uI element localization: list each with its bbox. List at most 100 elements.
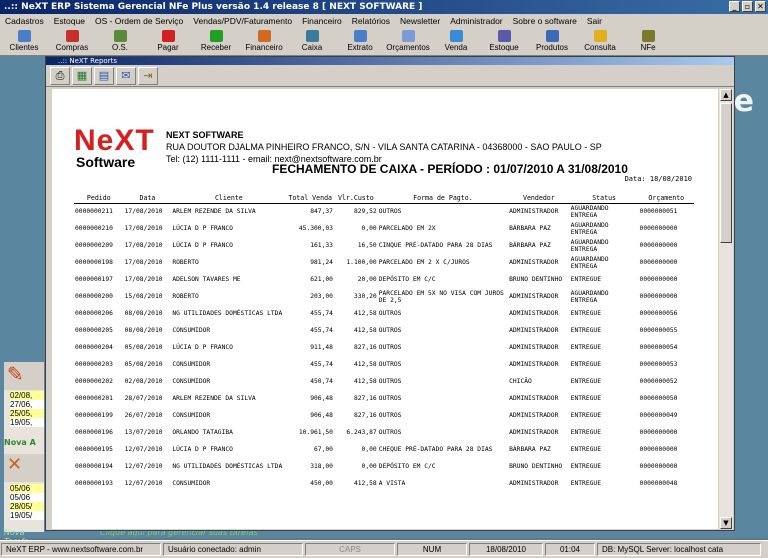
table-cell: 08/08/2010 — [124, 310, 163, 317]
exit-icon[interactable]: ⇥ — [138, 67, 158, 85]
table-cell: 827,16 — [353, 344, 377, 351]
menu-item[interactable]: Sair — [582, 16, 607, 26]
notes-icon[interactable]: ✎ — [4, 362, 44, 390]
table-cell: ENTREGUE — [570, 327, 602, 334]
list-item[interactable]: 19/05, — [10, 418, 44, 427]
table-cell: 0000000054 — [639, 344, 678, 351]
excel-icon[interactable]: ▦ — [72, 67, 92, 85]
menu-item[interactable]: Estoque — [49, 16, 90, 26]
table-cell: LÚCIA D P FRANCO — [172, 344, 233, 351]
table-cell: OUTROS — [378, 395, 402, 402]
dates-list-1: 02/08, 27/06, 25/05, 19/05, — [10, 391, 44, 427]
toolbar-button-7[interactable]: Caixa — [288, 28, 336, 55]
list-item[interactable]: 02/08, — [10, 391, 44, 400]
list-item[interactable]: 25/05, — [10, 409, 44, 418]
table-cell: 0000000209 — [75, 242, 113, 249]
email-icon[interactable]: ✉ — [116, 67, 136, 85]
toolbar-label: Clientes — [9, 43, 39, 52]
window-titlebar: ..:: NeXT ERP Sistema Gerencial NFe Plus… — [0, 0, 768, 14]
list-item[interactable]: 19/05/ — [10, 511, 44, 520]
toolbar-button-11[interactable]: Estoque — [480, 28, 528, 55]
new-note-link[interactable]: Nova A — [4, 438, 44, 447]
query-icon — [593, 30, 607, 42]
company-name: NEXT SOFTWARE — [166, 130, 244, 140]
table-cell: OUTROS — [378, 429, 402, 436]
table-cell: 0000000000 — [639, 293, 678, 300]
table-cell: ENTREGUE — [570, 429, 602, 436]
toolbar-button-9[interactable]: Orçamentos — [384, 28, 432, 55]
table-cell: 0000000211 — [75, 208, 113, 216]
table-row: 0000000206 08/08/2010 NG UTILIDADES DOMÉST… — [74, 305, 694, 322]
report-scrollbar[interactable]: ▲ ▼ — [719, 89, 733, 529]
table-cell: 20,00 — [357, 276, 377, 283]
minimize-button[interactable]: _ — [729, 1, 740, 12]
menu-item[interactable]: Relatórios — [347, 16, 395, 26]
tools-icon[interactable]: ✕ — [4, 454, 44, 482]
table-cell: 847,37 — [310, 208, 333, 216]
toolbar-label: Financeiro — [245, 43, 283, 52]
table-cell: 17/08/2010 — [124, 276, 163, 283]
toolbar-label: Venda — [444, 43, 468, 52]
menu-item[interactable]: Financeiro — [297, 16, 347, 26]
menu-item[interactable]: Vendas/PDV/Faturamento — [188, 16, 297, 26]
toolbar-button-13[interactable]: Consulta — [576, 28, 624, 55]
toolbar-button-3[interactable]: O.S. — [96, 28, 144, 55]
toolbar-button-12[interactable]: Produtos — [528, 28, 576, 55]
toolbar-button-14[interactable]: NFe — [624, 28, 672, 55]
maximize-button[interactable]: ▫ — [742, 1, 753, 12]
table-cell: 0000000203 — [75, 361, 113, 368]
table-cell: 318,00 — [310, 463, 333, 470]
table-cell: ADMINISTRADOR — [509, 480, 559, 487]
table-row: 0000000201 28/07/2010 ARLEM REZENDE DA SIL… — [74, 390, 694, 407]
scroll-down-arrow[interactable]: ▼ — [720, 517, 732, 529]
table-cell: ORLANDO TATAGIBA — [172, 429, 233, 436]
list-item[interactable]: 27/06, — [10, 400, 44, 409]
table-cell: 0000000200 — [75, 293, 113, 300]
plus-icon — [209, 30, 223, 42]
table-cell: ENTREGUE — [570, 446, 602, 453]
table-cell: DEPÓSITO EM C/C — [378, 276, 436, 283]
table-cell: ADMINISTRADOR — [509, 344, 559, 351]
export-icon[interactable]: ▤ — [94, 67, 114, 85]
toolbar-button-2[interactable]: Compras — [48, 28, 96, 55]
table-cell: OUTROS — [378, 310, 402, 317]
column-header: Forma de Pagto. — [377, 185, 509, 204]
menu-item[interactable]: Newsletter — [395, 16, 445, 26]
table-row: 0000000195 12/07/2010 LÚCIA D P FRANCO 67,0… — [74, 441, 694, 458]
close-button[interactable]: ✕ — [755, 1, 766, 12]
table-cell: 0000000052 — [639, 378, 678, 385]
table-cell: 911,48 — [310, 344, 333, 351]
list-item[interactable]: 05/06 — [10, 493, 44, 502]
menu-item[interactable]: Sobre o software — [508, 16, 582, 26]
toolbar-button-1[interactable]: Clientes — [0, 28, 48, 55]
table-cell: 906,48 — [310, 412, 333, 419]
menu-item[interactable]: Administrador — [445, 16, 507, 26]
report-title: FECHAMENTO DE CAIXA - PERÍODO : 01/07/20… — [272, 162, 628, 176]
scroll-up-arrow[interactable]: ▲ — [720, 89, 732, 101]
table-cell: 412,58 — [353, 480, 377, 487]
toolbar-button-8[interactable]: Extrato — [336, 28, 384, 55]
status-user: Usuário conectado: admin — [163, 543, 303, 556]
menubar: Cadastros Estoque OS - Ordem de Serviço Ven… — [0, 14, 768, 28]
scroll-thumb[interactable] — [720, 103, 732, 243]
toolbar-button-4[interactable]: Pagar — [144, 28, 192, 55]
toolbar-button-6[interactable]: Financeiro — [240, 28, 288, 55]
list-item[interactable]: 28/05/ — [10, 502, 44, 511]
list-item[interactable]: 05/06 — [10, 484, 44, 493]
table-cell: ENTREGUE — [570, 463, 602, 470]
table-cell: AGUARDANDO ENTREGA — [570, 255, 609, 270]
column-header: Pedido — [74, 185, 124, 204]
table-row: 0000000196 13/07/2010 ORLANDO TATAGIBA 10.9… — [74, 424, 694, 441]
print-icon[interactable]: ⎙ — [50, 67, 70, 85]
menu-item[interactable]: OS - Ordem de Serviço — [90, 16, 188, 26]
table-row: 0000000194 12/07/2010 NG UTILIDADES DOMÉST… — [74, 458, 694, 475]
toolbar-button-5[interactable]: Receber — [192, 28, 240, 55]
menu-item[interactable]: Cadastros — [0, 16, 49, 26]
new-task-link[interactable]: Nova Tarefa — [4, 528, 44, 546]
table-cell: LÚCIA D P FRANCO — [172, 225, 233, 232]
table-cell: 05/08/2010 — [124, 361, 163, 368]
clients-icon — [17, 30, 31, 42]
table-cell: ENTREGUE — [570, 412, 602, 419]
toolbar-button-10[interactable]: Venda — [432, 28, 480, 55]
table-cell: 0000000000 — [639, 259, 678, 266]
